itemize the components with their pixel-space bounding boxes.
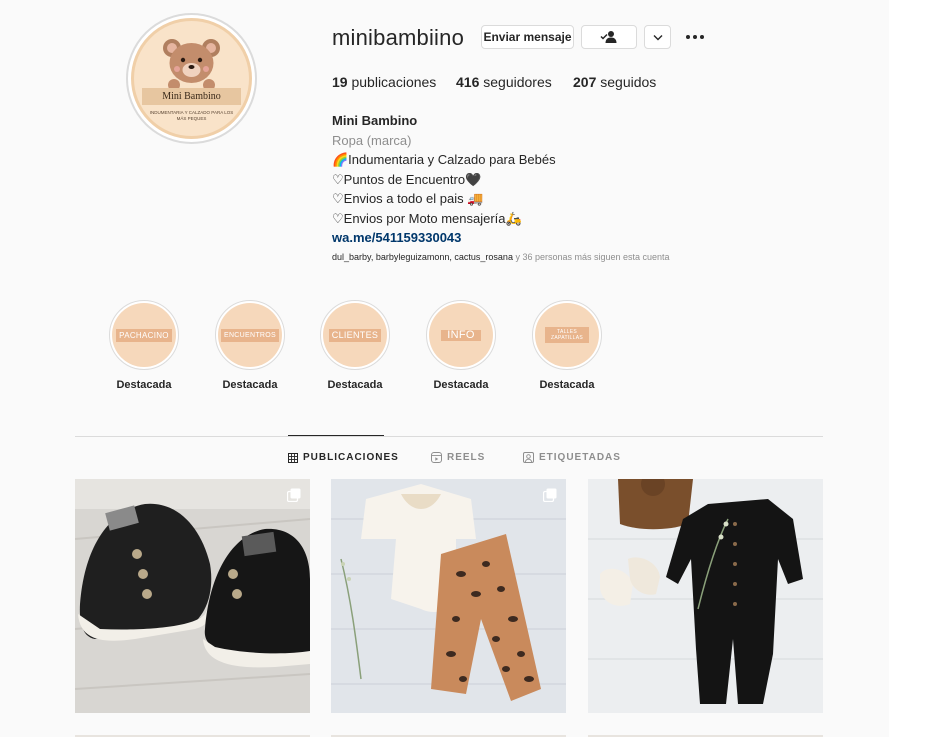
following-button[interactable]	[581, 25, 637, 49]
posts-count: 19 publicaciones	[332, 74, 436, 90]
highlight-label: Destacada	[116, 379, 172, 391]
multiple-photos-icon	[287, 488, 301, 502]
posts-count-label: publicaciones	[351, 74, 437, 90]
post-image-black-romper	[588, 479, 823, 713]
grid-icon	[288, 452, 298, 463]
profile-category: Ropa (marca)	[332, 132, 412, 148]
post-image-leopard-outfit	[331, 479, 566, 713]
highlight-cover: CLIENTES	[320, 300, 390, 370]
highlight-cover-text: ENCUENTROS	[220, 328, 279, 342]
highlight-item[interactable]: INFO Destacada	[426, 300, 496, 391]
profile-username: minibambiino	[332, 25, 465, 50]
tab-posts[interactable]: PUBLICACIONES	[288, 452, 399, 463]
more-options-icon	[686, 35, 704, 39]
highlight-cover: INFO	[426, 300, 496, 370]
tab-reels-label: REELS	[447, 452, 486, 463]
avatar-brand-text: Mini Bambino	[142, 88, 241, 105]
reels-icon	[431, 452, 442, 463]
followers-count-label: seguidores	[483, 74, 552, 90]
profile-avatar[interactable]: Mini Bambino Indumentaria y calzado para…	[126, 13, 257, 144]
followed-by-rest: y 36 personas más siguen esta cuenta	[512, 252, 670, 262]
highlight-item[interactable]: ENCUENTROS Destacada	[215, 300, 285, 391]
tab-reels[interactable]: REELS	[431, 452, 485, 463]
avatar-subtitle: Indumentaria y calzado para los más pequ…	[149, 110, 234, 121]
tab-posts-label: PUBLICACIONES	[303, 452, 399, 463]
post-thumbnail[interactable]	[588, 479, 823, 713]
highlight-label: Destacada	[433, 379, 489, 391]
highlight-cover: TALLES ZAPATILLAS	[532, 300, 602, 370]
highlight-item[interactable]: TALLES ZAPATILLAS Destacada	[532, 300, 602, 391]
tab-tagged-label: ETIQUETADAS	[539, 452, 621, 463]
highlight-label: Destacada	[539, 379, 595, 391]
post-thumbnail[interactable]	[75, 479, 310, 713]
followed-by-text[interactable]: dul_barby, barbyleguizamonn, cactus_rosa…	[332, 252, 670, 262]
person-check-icon	[600, 31, 617, 43]
options-button[interactable]	[683, 28, 707, 46]
profile-full-name: Mini Bambino	[332, 113, 418, 128]
highlight-cover-text: PACHACINO	[116, 328, 172, 342]
bio-line: 🌈Indumentaria y Calzado para Bebés	[332, 152, 556, 167]
highlight-cover-text: TALLES ZAPATILLAS	[545, 327, 589, 343]
followed-by-names: dul_barby, barbyleguizamonn, cactus_rosa…	[332, 252, 513, 262]
bio-line: ♡Puntos de Encuentro🖤	[332, 171, 482, 187]
highlight-cover-text: INFO	[441, 329, 481, 341]
highlight-cover: ENCUENTROS	[215, 300, 285, 370]
tab-tagged[interactable]: ETIQUETADAS	[523, 452, 621, 463]
profile-website-link[interactable]: wa.me/541159330043	[332, 228, 556, 248]
avatar-image: Mini Bambino Indumentaria y calzado para…	[131, 18, 252, 139]
chevron-down-icon	[653, 34, 662, 40]
send-message-button[interactable]: Enviar mensaje	[481, 25, 574, 49]
highlight-item[interactable]: PACHACINO Destacada	[109, 300, 179, 391]
page-edge	[889, 0, 950, 737]
highlight-item[interactable]: CLIENTES Destacada	[320, 300, 390, 391]
multiple-photos-icon	[543, 488, 557, 502]
post-thumbnail[interactable]	[331, 479, 566, 713]
tabs-divider	[75, 436, 823, 437]
followers-count-value: 416	[456, 74, 480, 90]
following-count-value: 207	[573, 74, 597, 90]
following-link[interactable]: 207 seguidos	[573, 74, 656, 90]
highlight-cover-text: CLIENTES	[328, 328, 382, 342]
tagged-icon	[523, 452, 534, 463]
followers-link[interactable]: 416 seguidores	[456, 74, 552, 90]
highlight-label: Destacada	[327, 379, 383, 391]
suggested-accounts-button[interactable]	[644, 25, 671, 49]
post-image-sneakers	[75, 479, 310, 713]
bio-line: ♡Envios por Moto mensajería🛵	[332, 210, 522, 226]
active-tab-indicator	[288, 435, 384, 436]
profile-bio: Mini Bambino Ropa (marca) 🌈Indumentaria …	[332, 111, 556, 248]
following-count-label: seguidos	[600, 74, 657, 90]
posts-count-value: 19	[332, 74, 348, 90]
highlight-cover: PACHACINO	[109, 300, 179, 370]
highlight-label: Destacada	[222, 379, 278, 391]
bio-line: ♡Envios a todo el pais 🚚	[332, 191, 484, 206]
